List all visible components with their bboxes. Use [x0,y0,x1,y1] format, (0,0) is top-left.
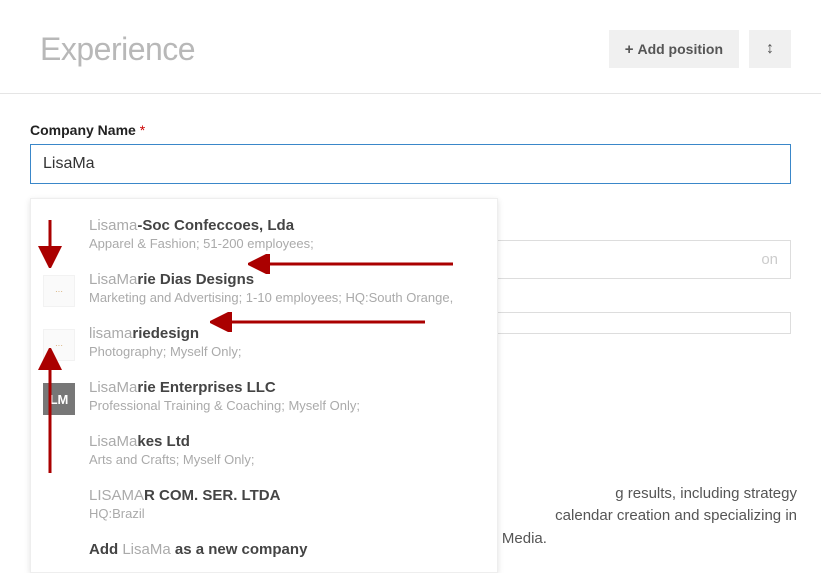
label-text: Company Name [30,122,136,138]
company-name-input[interactable] [30,144,791,184]
name-match: Lisama [89,217,137,234]
company-logo [43,491,75,523]
suggestion-item[interactable]: LISAMAR COM. SER. LTDAHQ:Brazil [31,479,497,533]
name-rest: rie Enterprises LLC [137,379,275,396]
name-match: LisaMa [89,379,137,396]
reorder-button[interactable]: ↕ [749,30,791,68]
section-title: Experience [40,31,195,68]
company-logo: LM [43,383,75,415]
company-autocomplete-dropdown: Lisama-Soc Confeccoes, LdaApparel & Fash… [30,198,498,573]
suggestion-name: LisaMarie Dias Designs [89,271,483,290]
experience-form: Company Name * [0,94,821,184]
header-actions: + Add position ↕ [609,30,791,68]
name-rest: rie Dias Designs [137,271,254,288]
suggestion-meta: HQ:Brazil [89,506,483,522]
suggestion-item[interactable]: LisaMakes LtdArts and Crafts; Myself Onl… [31,425,497,479]
company-logo: ··· [43,275,75,307]
plus-icon: + [625,41,634,58]
suggestion-meta: Marketing and Advertising; 1-10 employee… [89,290,483,306]
name-rest: R COM. SER. LTDA [144,487,280,504]
name-rest: -Soc Confeccoes, Lda [137,217,294,234]
suggestion-item[interactable]: ···LisaMarie Dias DesignsMarketing and A… [31,263,497,317]
company-logo [43,437,75,469]
required-marker: * [140,122,145,138]
company-logo: ··· [43,329,75,361]
suggestion-text: Lisama-Soc Confeccoes, LdaApparel & Fash… [89,217,483,252]
suggestion-text: LISAMAR COM. SER. LTDAHQ:Brazil [89,487,483,522]
company-logo [43,221,75,253]
company-name-label: Company Name * [30,122,145,138]
suggestion-meta: Photography; Myself Only; [89,344,483,360]
suggestion-item[interactable]: LMLisaMarie Enterprises LLCProfessional … [31,371,497,425]
suggestion-text: LisaMakes LtdArts and Crafts; Myself Onl… [89,433,483,468]
suggestion-name: LisaMakes Ltd [89,433,483,452]
section-header: Experience + Add position ↕ [0,0,821,93]
name-rest: kes Ltd [137,433,190,450]
description-line-1: g results, including strategy [615,485,797,502]
add-position-label: Add position [637,41,723,57]
suggestion-meta: Professional Training & Coaching; Myself… [89,398,483,414]
suggestion-item[interactable]: Lisama-Soc Confeccoes, LdaApparel & Fash… [31,209,497,263]
suggestion-text: LisaMarie Enterprises LLCProfessional Tr… [89,379,483,414]
suggestion-text: LisaMarie Dias DesignsMarketing and Adve… [89,271,483,306]
suggestion-item[interactable]: ···lisamariedesignPhotography; Myself On… [31,317,497,371]
description-line-2: calendar creation and specializing in [555,507,797,524]
name-match: LisaMa [89,271,137,288]
name-match: LisaMa [89,433,137,450]
sort-arrows-icon: ↕ [766,40,774,58]
suggestion-name: LISAMAR COM. SER. LTDA [89,487,483,506]
name-match: LISAMA [89,487,144,504]
name-match: lisama [89,325,132,342]
suggestion-meta: Apparel & Fashion; 51-200 employees; [89,236,483,252]
suggestion-name: LisaMarie Enterprises LLC [89,379,483,398]
suggestion-text: lisamariedesignPhotography; Myself Only; [89,325,483,360]
add-position-button[interactable]: + Add position [609,30,739,68]
suggestion-name: Lisama-Soc Confeccoes, Lda [89,217,483,236]
suggestion-meta: Arts and Crafts; Myself Only; [89,452,483,468]
title-placeholder-fragment: on [761,251,778,268]
suggestion-name: lisamariedesign [89,325,483,344]
name-rest: riedesign [132,325,199,342]
